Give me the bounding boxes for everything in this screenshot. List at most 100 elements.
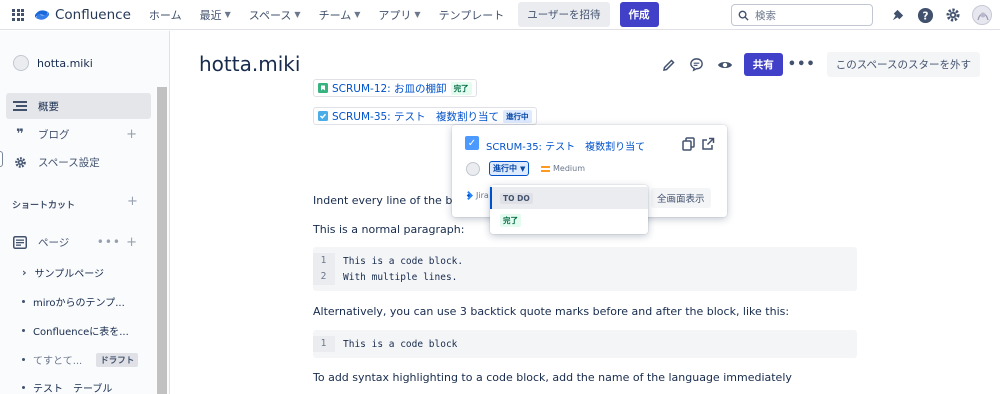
share-button[interactable]: 共有 [743, 53, 783, 76]
page-tree-item[interactable]: テスト テーブル [22, 380, 112, 394]
priority-field: Medium [541, 164, 585, 173]
settings-gear-icon[interactable] [944, 6, 962, 24]
priority-medium-icon [541, 165, 550, 172]
chevron-down-icon: ▼ [414, 10, 421, 19]
add-shortcut-icon[interactable]: + [127, 194, 138, 209]
code-line: 2 With multiple lines. [313, 269, 857, 285]
sidebar: hotta.miki 概要 ❞ ブログ + スペース設定 ショートカット + ペ… [0, 31, 170, 394]
nav-home-label: ホーム [148, 8, 182, 22]
sidebar-item-label: スペース設定 [38, 156, 100, 169]
page-tree-label: miroからのテンプ... [33, 298, 125, 309]
app-switcher-icon[interactable] [12, 8, 24, 21]
paragraph: To add syntax highlighting to a code blo… [313, 371, 792, 384]
status-dropdown[interactable]: 進行中 ▼ [489, 161, 530, 176]
sidebar-item-pages[interactable]: ページ ••• + [6, 229, 151, 255]
confluence-logo[interactable]: Confluence [34, 7, 131, 23]
sidebar-scrollbar[interactable] [157, 87, 167, 394]
jira-issue-link[interactable]: SCRUM-35: テスト 複数割り当て 進行中 [313, 107, 537, 125]
status-dropdown-menu: TO DO 完了 [490, 185, 648, 234]
status-badge: 完了 [450, 81, 472, 95]
page-tree-item[interactable]: › サンプルページ [22, 265, 104, 280]
assignee-avatar [466, 162, 480, 176]
draft-badge: ドラフト [96, 352, 139, 367]
search-icon [738, 10, 749, 21]
nav-templates[interactable]: テンプレート [439, 7, 505, 23]
page-tree-item[interactable]: てすとて... ドラフト [22, 352, 139, 367]
fullscreen-button[interactable]: 全画面表示 [651, 188, 711, 208]
bullet-icon [22, 329, 25, 332]
nav-recent-label: 最近 [199, 8, 222, 22]
sidebar-item-label: ブログ [38, 128, 70, 141]
page-tree-item[interactable]: miroからのテンプ... [22, 294, 125, 309]
chevron-down-icon: ▼ [354, 10, 361, 19]
chevron-down-icon: ▼ [294, 10, 301, 19]
sidebar-resize-handle[interactable] [0, 151, 3, 167]
chevron-down-icon: ▼ [520, 164, 526, 173]
invite-users-button[interactable]: ユーザーを招待 [518, 2, 610, 27]
bullet-icon [22, 358, 25, 361]
page-tree-label: サンプルページ [34, 269, 105, 280]
more-actions-icon[interactable]: ••• [788, 56, 815, 74]
status-badge: 進行中 [503, 109, 532, 123]
status-option-done[interactable]: 完了 [490, 209, 648, 231]
overview-icon [12, 100, 28, 112]
more-actions-icon[interactable]: ••• [97, 235, 121, 249]
copy-icon[interactable] [682, 137, 695, 154]
create-button[interactable]: 作成 [619, 2, 659, 27]
line-number: 1 [313, 336, 335, 352]
pages-icon [12, 235, 28, 249]
jira-icon [466, 191, 473, 200]
notifications-icon[interactable] [888, 6, 906, 24]
nav-spaces[interactable]: スペース ▼ [249, 7, 301, 23]
jira-source: Jira [464, 191, 489, 200]
paragraph: Alternatively, you can use 3 backtick qu… [313, 305, 790, 318]
code-line: 1 This is a code block [313, 336, 857, 352]
code-text: With multiple lines. [343, 271, 458, 283]
page-tree-label: テスト テーブル [33, 384, 113, 394]
search-input[interactable]: 検索 [731, 4, 873, 26]
space-avatar [13, 55, 29, 71]
paragraph: This is a normal paragraph: [313, 223, 465, 236]
user-avatar[interactable] [972, 5, 992, 25]
edit-pencil-icon[interactable] [660, 56, 678, 74]
nav-apps-label: アプリ [378, 8, 412, 22]
open-external-icon[interactable] [701, 137, 715, 154]
space-header[interactable]: hotta.miki [0, 31, 169, 71]
issue-key: SCRUM-35: テスト 複数割り当て [332, 110, 500, 123]
watch-eye-icon[interactable] [716, 56, 734, 74]
code-text: This is a code block. [343, 255, 464, 267]
line-number: 2 [313, 269, 335, 285]
nav-home[interactable]: ホーム [149, 7, 182, 23]
search-placeholder: 検索 [755, 9, 776, 22]
chevron-right-icon: › [22, 266, 27, 279]
help-icon[interactable]: ? [916, 6, 934, 24]
comment-icon[interactable] [688, 56, 706, 74]
code-text: This is a code block [343, 338, 458, 350]
space-name: hotta.miki [37, 56, 93, 70]
sidebar-item-space-settings[interactable]: スペース設定 [6, 149, 151, 175]
page-tree-label: てすとて... [33, 356, 83, 367]
page-title: hotta.miki [199, 52, 301, 76]
status-badge: TO DO [500, 192, 533, 204]
page-tree-item[interactable]: Confluenceに表を... [22, 323, 129, 338]
unstar-space-button[interactable]: このスペースのスターを外す [826, 52, 980, 77]
add-page-icon[interactable]: + [126, 235, 137, 250]
priority-label: Medium [553, 164, 585, 173]
jira-issue-link[interactable]: SCRUM-12: お皿の棚卸 完了 [313, 79, 477, 97]
add-blog-icon[interactable]: + [126, 127, 137, 142]
bullet-icon [22, 386, 25, 389]
nav-recent[interactable]: 最近 ▼ [200, 7, 231, 23]
gear-icon [12, 156, 28, 169]
sidebar-item-label: 概要 [38, 100, 59, 113]
nav-apps[interactable]: アプリ ▼ [378, 7, 420, 23]
code-block: 1 This is a code block. 2 With multiple li… [313, 247, 857, 291]
nav-templates-label: テンプレート [438, 8, 505, 22]
status-option-todo[interactable]: TO DO [490, 187, 648, 209]
sidebar-item-overview[interactable]: 概要 [6, 93, 151, 119]
page-tree-label: Confluenceに表を... [33, 327, 129, 338]
story-icon [318, 83, 328, 93]
nav-teams[interactable]: チーム ▼ [319, 7, 361, 23]
popup-issue-title[interactable]: SCRUM-35: テスト 複数割り当て [486, 138, 645, 153]
top-navigation: Confluence ホーム 最近 ▼ スペース ▼ チーム ▼ アプリ ▼ テンプレー… [0, 0, 1000, 30]
sidebar-item-blog[interactable]: ❞ ブログ + [6, 121, 151, 147]
